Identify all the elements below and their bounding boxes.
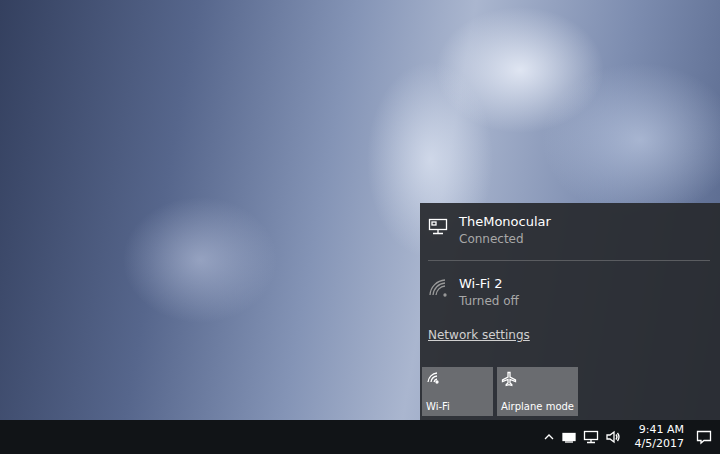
ethernet-monitor-icon [428,216,448,236]
tile-label: Wi-Fi [426,401,489,413]
clock-date: 4/5/2017 [635,437,684,451]
network-kind-icon [428,278,448,298]
network-item[interactable]: Wi-Fi 2Turned off [422,261,720,323]
notification-icon[interactable] [696,429,712,445]
network-flyout: TheMonocularConnectedWi-Fi 2Turned offNe… [420,203,720,420]
network-name: Wi-Fi 2 [459,275,519,293]
network-name: TheMonocular [459,213,551,231]
network-item[interactable]: TheMonocularConnected [422,203,720,257]
taskbar: 9:41 AM4/5/2017 [0,420,720,454]
chevron-up-icon[interactable] [543,431,555,443]
quick-action-tile[interactable]: Airplane mode [497,367,578,416]
wifi-icon [428,278,448,298]
tile-kind-icon [426,371,489,385]
volume-icon[interactable] [605,430,621,444]
network-tray-icon[interactable] [583,430,599,444]
network-kind-icon [428,216,448,236]
wallpaper-photo: TheMonocularConnectedWi-Fi 2Turned offNe… [0,0,720,420]
tile-kind-icon [501,371,574,387]
separator [428,260,710,261]
device-icon[interactable] [561,430,577,444]
wifi-icon [426,371,440,385]
tile-label: Airplane mode [501,401,574,413]
network-status: Turned off [459,293,519,309]
quick-actions: Wi-Fi Airplane mode [422,367,720,416]
network-status: Connected [459,231,551,247]
clock[interactable]: 9:41 AM4/5/2017 [635,423,684,451]
quick-action-tile[interactable]: Wi-Fi [422,367,493,416]
airplane-icon [501,371,517,387]
system-tray [543,430,621,444]
clock-time: 9:41 AM [639,423,684,437]
network-settings-link[interactable]: Network settings [428,327,530,343]
